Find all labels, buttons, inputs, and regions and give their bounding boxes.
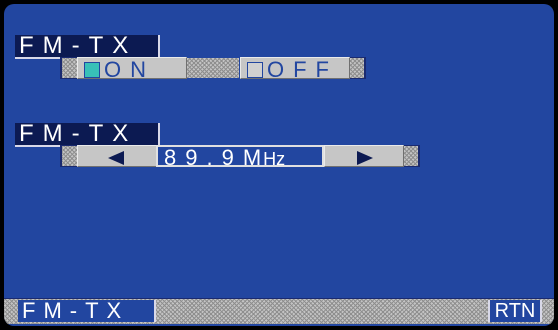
on-off-bar-left-cap [60,57,78,79]
freq-up-button[interactable] [324,145,404,167]
on-button-label: ON [104,57,155,79]
frequency-value: 89.9 [164,145,243,167]
on-button[interactable]: ON [77,57,187,79]
fmtx-frequency-title: FM-TX [15,123,160,147]
frequency-unit-m: M [242,145,264,167]
left-arrow-icon [108,151,124,165]
footer-title: FM-TX [18,300,156,322]
off-button-label: OFF [267,57,338,79]
on-off-bar-right-cap [350,57,366,79]
screen: FM-TX ON OFF FM-TX 89.9MHz FM-TX RTN [4,4,554,326]
frequency-display: 89.9MHz [156,145,324,167]
freq-bar-left-cap [60,145,78,167]
freq-down-button[interactable] [77,145,157,167]
right-arrow-icon [357,151,373,165]
off-button[interactable]: OFF [240,57,350,79]
frequency-unit-hz: Hz [263,149,286,167]
checkbox-icon [84,62,100,78]
checkbox-icon [247,62,263,78]
fmtx-on-off-title: FM-TX [15,35,160,59]
freq-bar-right-cap [404,145,420,167]
on-off-separator [187,58,239,78]
rtn-button[interactable]: RTN [488,300,542,322]
